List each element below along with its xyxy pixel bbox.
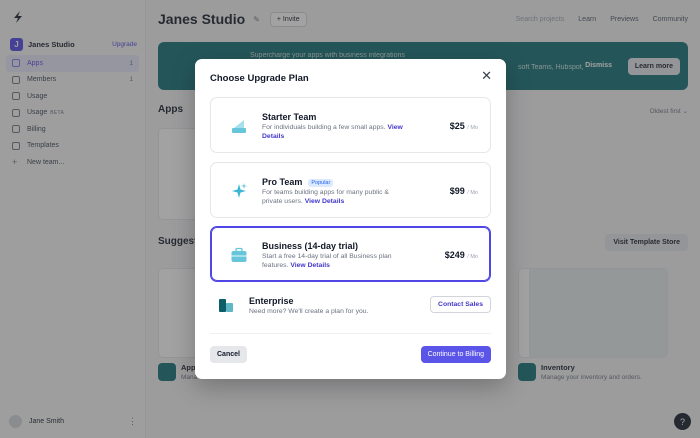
- plan-option-starter[interactable]: Starter Team For individuals building a …: [210, 97, 491, 153]
- plan-name: Business (14-day trial): [262, 241, 359, 251]
- plan-name: Pro Team Popular: [262, 177, 334, 187]
- plan-option-business[interactable]: Business (14-day trial) Start a free 14-…: [210, 226, 491, 282]
- enterprise-icon: [219, 299, 233, 312]
- continue-to-billing-button[interactable]: Continue to Billing: [420, 346, 491, 363]
- enterprise-description: Need more? We'll create a plan for you.: [249, 308, 369, 315]
- starter-plan-icon: [232, 120, 246, 133]
- price-period: / Mo: [467, 254, 478, 260]
- plan-option-pro[interactable]: Pro Team Popular For teams building apps …: [210, 162, 491, 218]
- price-amount: $249: [444, 250, 465, 260]
- plan-name-text: Pro Team: [262, 177, 303, 187]
- modal-title: Choose Upgrade Plan: [210, 73, 309, 84]
- view-details-link[interactable]: View Details: [290, 262, 330, 269]
- plan-price: $25 / Mo: [450, 121, 478, 131]
- enterprise-name: Enterprise: [249, 296, 294, 306]
- upgrade-plan-modal: Choose Upgrade Plan ✕ Starter Team For i…: [195, 59, 506, 379]
- price-period: / Mo: [467, 190, 478, 196]
- plan-description: For teams building apps for many public …: [262, 188, 407, 206]
- plan-price: $99 / Mo: [450, 186, 478, 196]
- view-details-link[interactable]: View Details: [305, 198, 345, 205]
- price-amount: $25: [449, 121, 465, 131]
- close-icon[interactable]: ✕: [481, 69, 492, 82]
- price-period: / Mo: [467, 125, 478, 131]
- plan-description: For individuals building a few small app…: [262, 123, 412, 141]
- plan-name: Starter Team: [262, 112, 317, 122]
- plan-desc-text: For individuals building a few small app…: [262, 124, 386, 131]
- contact-sales-button[interactable]: Contact Sales: [430, 296, 491, 313]
- briefcase-icon: [231, 247, 247, 262]
- popular-badge: Popular: [308, 178, 334, 187]
- price-amount: $99: [449, 186, 465, 196]
- cancel-button[interactable]: Cancel: [210, 346, 247, 363]
- sparkle-icon: [232, 183, 247, 198]
- plan-description: Start a free 14-day trial of all Busines…: [262, 252, 412, 270]
- plan-price: $249 / Mo: [445, 250, 478, 260]
- divider: [210, 333, 491, 334]
